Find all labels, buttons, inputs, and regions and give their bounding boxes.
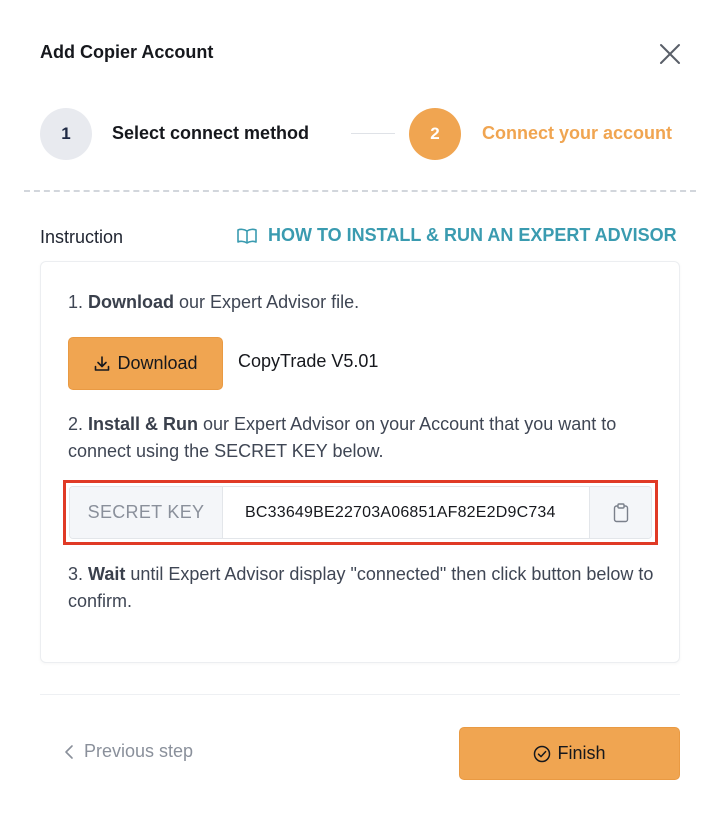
finish-button[interactable]: Finish [459,727,680,780]
ea-version: CopyTrade V5.01 [238,351,379,371]
clipboard-icon [613,502,628,522]
previous-step-label: Previous step [84,741,194,761]
secret-key-label: SECRET KEY [70,487,223,538]
step-1-label: Select connect method [112,123,310,143]
download-icon [95,355,110,371]
step2-instruction: 2. Install & Run our Expert Advisor on y… [68,414,617,461]
step-2-indicator: 2 [409,108,461,160]
previous-step-button[interactable]: Previous step [64,741,193,762]
close-button[interactable] [656,40,684,68]
modal-title: Add Copier Account [40,42,214,62]
add-copier-account-modal: Add Copier Account 1 Select connect meth… [0,0,720,816]
download-button-label: Download [117,353,198,373]
finish-button-label: Finish [557,743,606,763]
footer-divider [40,694,680,695]
howto-link-text: HOW TO INSTALL & RUN AN EXPERT ADVISOR [268,225,677,245]
check-circle-icon [534,745,551,762]
stepper-connector [351,133,395,134]
chevron-left-icon [65,744,73,759]
download-button[interactable]: Download [68,337,223,390]
step1-instruction: 1. Download our Expert Advisor file. [68,292,360,312]
step-1-indicator: 1 [40,108,92,160]
step3-instruction: 3. Wait until Expert Advisor display "co… [68,564,654,611]
secret-key-field: SECRET KEY BC33649BE22703A06851AF82E2D9C… [69,486,652,539]
secret-key-value[interactable]: BC33649BE22703A06851AF82E2D9C734 [223,487,589,538]
close-icon [660,44,680,64]
howto-link[interactable]: HOW TO INSTALL & RUN AN EXPERT ADVISOR [236,225,677,246]
book-icon [237,228,257,244]
step-2-label: Connect your account [482,123,673,143]
instruction-label: Instruction [40,227,124,247]
copy-secret-key-button[interactable] [589,487,651,538]
dashed-divider [24,190,696,192]
